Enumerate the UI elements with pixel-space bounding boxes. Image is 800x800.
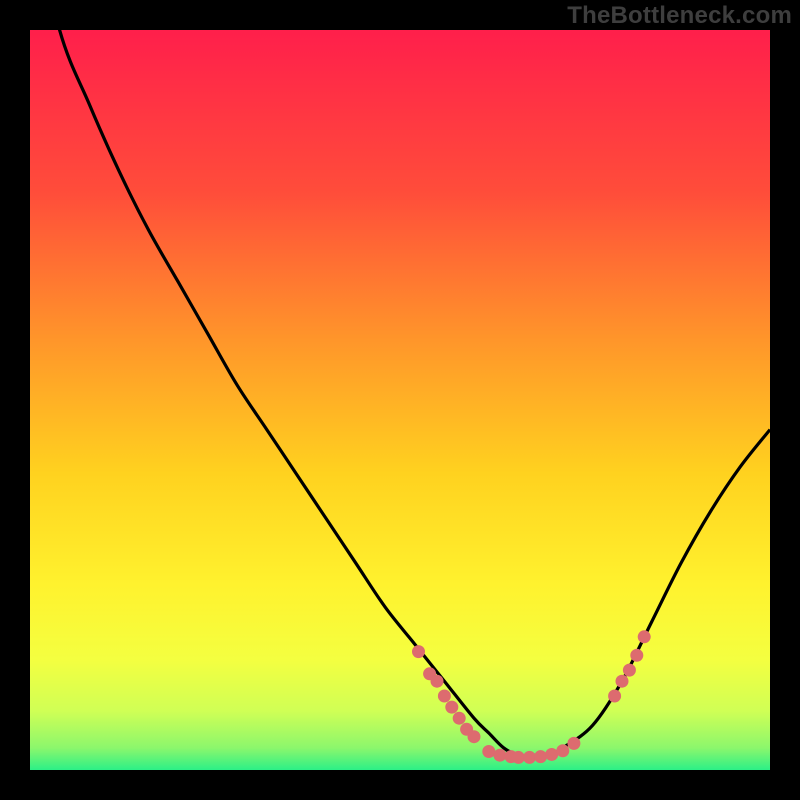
chart-svg bbox=[30, 30, 770, 770]
chart-area bbox=[30, 30, 770, 770]
data-point bbox=[534, 750, 547, 763]
data-point bbox=[638, 630, 651, 643]
data-point bbox=[616, 675, 629, 688]
data-point bbox=[493, 749, 506, 762]
chart-frame: TheBottleneck.com bbox=[0, 0, 800, 800]
watermark-text: TheBottleneck.com bbox=[567, 2, 792, 30]
data-point bbox=[468, 730, 481, 743]
data-point bbox=[556, 744, 569, 757]
data-point bbox=[512, 751, 525, 764]
data-point bbox=[453, 712, 466, 725]
data-point bbox=[545, 748, 558, 761]
gradient-background bbox=[30, 30, 770, 770]
data-point bbox=[445, 701, 458, 714]
data-point bbox=[482, 745, 495, 758]
data-point bbox=[438, 690, 451, 703]
data-point bbox=[431, 675, 444, 688]
data-point bbox=[608, 690, 621, 703]
data-point bbox=[412, 645, 425, 658]
data-point bbox=[567, 737, 580, 750]
data-point bbox=[523, 751, 536, 764]
data-point bbox=[623, 664, 636, 677]
data-point bbox=[630, 649, 643, 662]
